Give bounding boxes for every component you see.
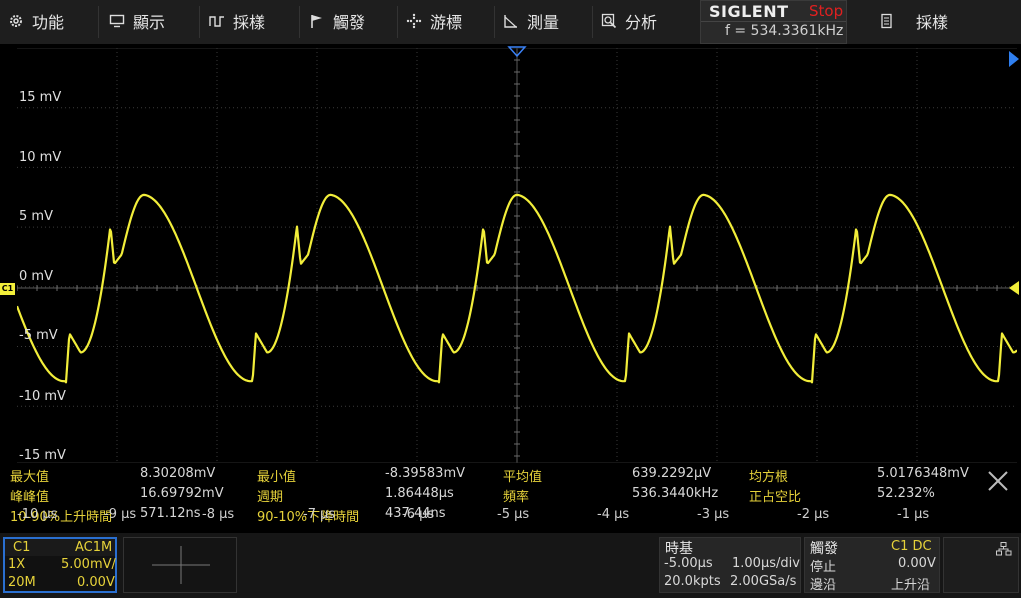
waveform-display[interactable] bbox=[17, 48, 1017, 463]
channel-1-settings[interactable]: C1 AC1M 1X 5.00mV/ 20M 0.00V bbox=[3, 537, 117, 593]
measurement-value: 16.69792mV bbox=[140, 486, 224, 501]
acquire-status-button[interactable]: 採樣 bbox=[880, 2, 948, 40]
measure-menu-label: 測量 bbox=[527, 13, 560, 32]
analysis-menu-button[interactable]: 分析 bbox=[593, 2, 688, 40]
time-label: -1 μs bbox=[897, 507, 930, 522]
analysis-icon bbox=[601, 13, 617, 29]
voltage-label: 5 mV bbox=[19, 209, 53, 224]
waveform-icon bbox=[209, 13, 225, 29]
sample-rate: 2.00GSa/s bbox=[730, 574, 797, 589]
trigger-position-marker[interactable] bbox=[507, 46, 527, 58]
trigger-level-arrow[interactable] bbox=[1009, 281, 1019, 295]
network-status-button[interactable] bbox=[943, 537, 1019, 593]
measurement-label: 正占空比 bbox=[749, 490, 802, 505]
crosshair-dots-icon bbox=[406, 13, 422, 29]
measurement-label: 峰峰值 bbox=[10, 490, 50, 505]
close-measurements-icon[interactable] bbox=[985, 468, 1011, 494]
timebase-delay: -5.00μs bbox=[664, 556, 713, 571]
trigger-title: 觸發 bbox=[810, 541, 838, 557]
time-label: -9 μs bbox=[104, 507, 137, 522]
time-label: -4 μs bbox=[597, 507, 630, 522]
voltage-label: 10 mV bbox=[19, 150, 62, 165]
status-panel: SIGLENT Stop f = 534.3361kHz bbox=[700, 0, 847, 44]
measurement-value: 5.0176348mV bbox=[877, 466, 969, 481]
measurement-value: 571.12ns bbox=[140, 506, 201, 521]
bandwidth-limit: 20M bbox=[8, 575, 36, 590]
flag-icon bbox=[309, 13, 325, 29]
measurement-label: 週期 bbox=[257, 490, 284, 505]
trigger-menu-button[interactable]: 觸發 bbox=[301, 2, 396, 40]
run-status[interactable]: Stop bbox=[809, 2, 843, 20]
trigger-state: 停止 bbox=[810, 560, 837, 575]
probe-ratio: 1X bbox=[8, 557, 26, 572]
trigger-slope: 上升沿 bbox=[891, 578, 931, 593]
function-menu-button[interactable]: 功能 bbox=[0, 2, 95, 40]
vertical-scale: 5.00mV/ bbox=[61, 557, 116, 572]
trigger-menu-label: 觸發 bbox=[333, 13, 366, 32]
frequency-counter: f = 534.3361kHz bbox=[725, 23, 844, 39]
time-label: -3 μs bbox=[697, 507, 730, 522]
measurement-label: 最小值 bbox=[257, 470, 297, 485]
measurement-label: 頻率 bbox=[503, 490, 530, 505]
cursor-menu-label: 游標 bbox=[430, 13, 463, 32]
gear-icon bbox=[8, 13, 24, 29]
channel-coupling: AC1M bbox=[75, 540, 113, 555]
add-channel-button[interactable] bbox=[123, 537, 237, 593]
menu-divider bbox=[299, 6, 300, 38]
status-divider bbox=[701, 21, 846, 22]
time-label: -8 μs bbox=[202, 507, 235, 522]
brand-logo: SIGLENT bbox=[709, 2, 789, 21]
time-label: -5 μs bbox=[497, 507, 530, 522]
timebase-scale: 1.00μs/div bbox=[732, 556, 800, 571]
measurement-value: 52.232% bbox=[877, 486, 935, 501]
network-icon bbox=[996, 542, 1012, 556]
trigger-level: 0.00V bbox=[898, 556, 936, 571]
memory-depth: 20.0kpts bbox=[664, 574, 721, 589]
analysis-menu-label: 分析 bbox=[625, 13, 658, 32]
measurement-value: 639.2292μV bbox=[632, 466, 712, 481]
acquire-menu-button[interactable]: 採樣 bbox=[201, 2, 296, 40]
plus-icon bbox=[152, 546, 210, 584]
monitor-icon bbox=[109, 13, 125, 29]
time-label: -7 μs bbox=[303, 507, 336, 522]
timebase-panel[interactable]: 時基 -5.00μs 1.00μs/div 20.0kpts 2.00GSa/s bbox=[659, 537, 801, 593]
memory-icon bbox=[880, 13, 894, 29]
time-label: -10 μs bbox=[17, 507, 58, 522]
measure-menu-button[interactable]: 測量 bbox=[495, 2, 590, 40]
measurement-label: 均方根 bbox=[749, 470, 789, 485]
vertical-offset: 0.00V bbox=[77, 575, 115, 590]
display-menu-label: 顯示 bbox=[133, 13, 166, 32]
trigger-panel[interactable]: 觸發 C1 DC 停止 0.00V 邊沿 上升沿 bbox=[804, 537, 940, 593]
function-menu-label: 功能 bbox=[32, 13, 65, 32]
menu-divider bbox=[199, 6, 200, 38]
trigger-type: 邊沿 bbox=[810, 578, 837, 593]
measurement-label: 最大值 bbox=[10, 470, 50, 485]
ruler-icon bbox=[503, 13, 519, 29]
menu-divider bbox=[98, 6, 99, 38]
trigger-level-marker[interactable] bbox=[1009, 51, 1019, 67]
time-label: -2 μs bbox=[797, 507, 830, 522]
acquire-menu-label: 採樣 bbox=[233, 13, 266, 32]
voltage-label: 15 mV bbox=[19, 90, 62, 105]
time-label: -6 μs bbox=[402, 507, 435, 522]
cursor-menu-button[interactable]: 游標 bbox=[398, 2, 493, 40]
voltage-label: -5 mV bbox=[19, 328, 58, 343]
voltage-label: -10 mV bbox=[19, 389, 66, 404]
acquire-status-label: 採樣 bbox=[916, 13, 949, 32]
channel-1-offset-marker[interactable]: C1 bbox=[0, 283, 15, 295]
voltage-label: 0 mV bbox=[19, 269, 53, 284]
measurement-label: 平均值 bbox=[503, 470, 543, 485]
measurement-value: -8.39583mV bbox=[385, 466, 466, 481]
trigger-source: C1 DC bbox=[891, 539, 932, 554]
measurement-value: 1.86448μs bbox=[385, 486, 454, 501]
channel-name: C1 bbox=[13, 540, 31, 555]
display-menu-button[interactable]: 顯示 bbox=[101, 2, 196, 40]
measurement-value: 8.30208mV bbox=[140, 466, 216, 481]
voltage-label: -15 mV bbox=[19, 448, 66, 463]
measurement-value: 536.3440kHz bbox=[632, 486, 719, 501]
timebase-title: 時基 bbox=[665, 541, 693, 557]
